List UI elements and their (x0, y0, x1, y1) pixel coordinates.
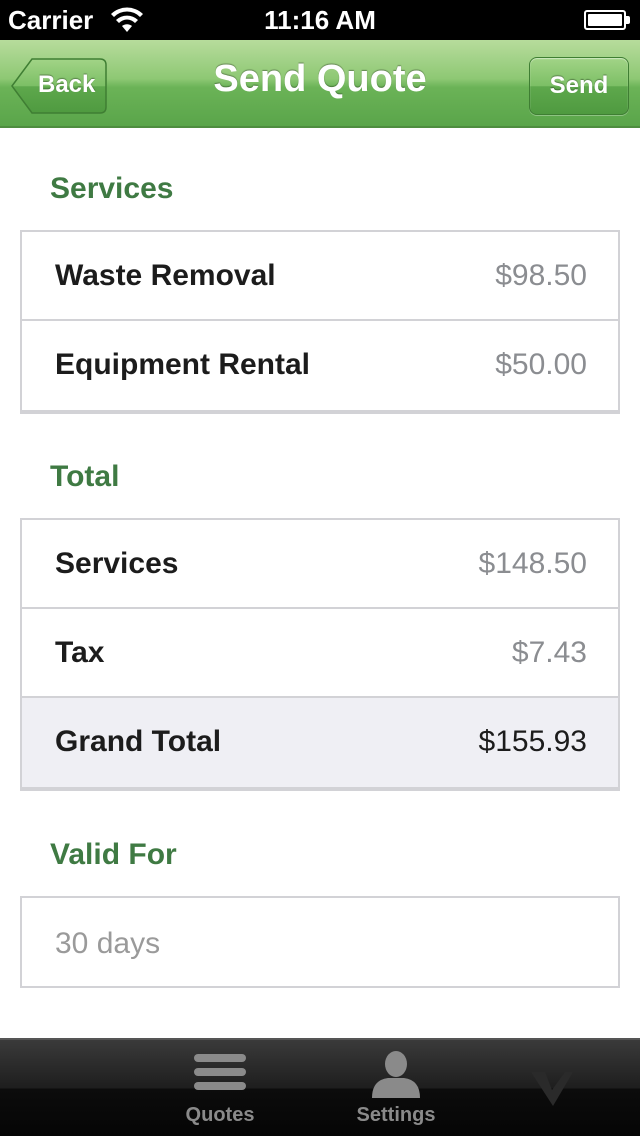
total-group: Services $148.50 Tax $7.43 Grand Total $… (20, 518, 620, 791)
tab-settings-label: Settings (356, 1104, 436, 1126)
tab-bar: Quotes Settings (0, 1038, 640, 1136)
person-icon (372, 1051, 420, 1098)
services-group: Waste Removal $98.50 Equipment Rental $5… (20, 230, 620, 414)
navigation-bar: Back Send Quote Send (0, 40, 640, 128)
content-area: Services Waste Removal $98.50 Equipment … (0, 130, 640, 1038)
tab-quotes[interactable]: Quotes (140, 1040, 300, 1136)
total-value: $148.50 (478, 547, 587, 580)
service-price: $50.00 (495, 348, 587, 381)
clock: 11:16 AM (264, 5, 376, 35)
list-icon (194, 1054, 246, 1090)
valid-for-section-header: Valid For (50, 838, 177, 871)
grand-total-label: Grand Total (55, 725, 222, 758)
service-label: Waste Removal (55, 259, 276, 292)
tab-quotes-label: Quotes (185, 1104, 255, 1126)
total-row-grand-total: Grand Total $155.93 (22, 698, 618, 787)
service-price: $98.50 (495, 259, 587, 292)
services-section-header: Services (50, 172, 174, 205)
total-value: $7.43 (511, 636, 587, 669)
valid-for-group: 30 days (20, 896, 620, 988)
service-row-equipment-rental[interactable]: Equipment Rental $50.00 (22, 321, 618, 410)
tab-logo[interactable] (472, 1040, 632, 1136)
valid-for-input-placeholder: 30 days (55, 927, 161, 960)
total-row-tax: Tax $7.43 (22, 609, 618, 698)
total-label: Services (55, 547, 179, 580)
battery-icon (584, 10, 630, 30)
total-section-header: Total (50, 460, 120, 493)
valid-for-field[interactable]: 30 days (22, 898, 618, 986)
total-row-services: Services $148.50 (22, 520, 618, 609)
service-label: Equipment Rental (55, 348, 311, 381)
logo-icon (531, 1072, 573, 1106)
tab-settings[interactable]: Settings (316, 1040, 476, 1136)
service-row-waste-removal[interactable]: Waste Removal $98.50 (22, 232, 618, 321)
status-bar: Carrier 11:16 AM (0, 0, 640, 40)
grand-total-value: $155.93 (478, 725, 587, 758)
send-button[interactable]: Send (529, 57, 629, 115)
total-label: Tax (55, 636, 105, 669)
